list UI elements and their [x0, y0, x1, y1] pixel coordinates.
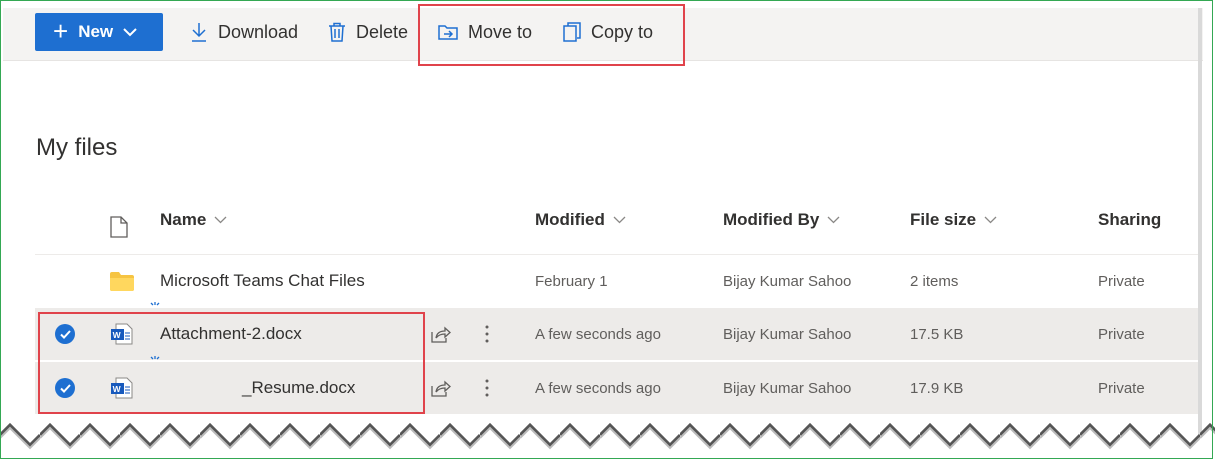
- plus-icon: +: [53, 16, 69, 46]
- column-header-modified-label: Modified: [535, 210, 605, 229]
- torn-edge: [0, 417, 1215, 461]
- file-name[interactable]: Attachment-2.docx: [160, 308, 302, 360]
- download-icon: [192, 23, 206, 42]
- trash-icon: [329, 22, 345, 42]
- folder-icon: [110, 271, 134, 291]
- column-header-file-size-label: File size: [910, 210, 977, 229]
- more-icon[interactable]: [485, 325, 489, 343]
- sharing-cell: Private: [1098, 379, 1145, 397]
- page-title: My files: [36, 134, 118, 161]
- check-icon: [59, 329, 71, 339]
- word-icon: W: [111, 377, 133, 399]
- svg-text:W: W: [113, 384, 122, 394]
- row-checkbox[interactable]: [55, 378, 75, 398]
- modified-cell: February 1: [535, 272, 608, 290]
- column-header-modified-by-label: Modified By: [723, 210, 820, 229]
- move-to-label: Move to: [468, 21, 533, 42]
- modified-by-cell: Bijay Kumar Sahoo: [723, 379, 852, 397]
- chevron-down-icon: [214, 216, 227, 224]
- chevron-down-icon: [827, 216, 840, 224]
- word-icon: W: [111, 323, 133, 345]
- file-type-icon: [110, 216, 128, 238]
- column-header-sharing-label: Sharing: [1098, 210, 1162, 229]
- file-size-cell: 17.5 KB: [910, 325, 964, 343]
- copy-icon: [563, 22, 581, 42]
- table-row[interactable]: W Attachment-2.docx A few seconds ago Bi…: [35, 302, 1198, 360]
- svg-text:W: W: [113, 330, 122, 340]
- modified-cell: A few seconds ago: [535, 379, 661, 397]
- sharing-cell: Private: [1098, 272, 1145, 290]
- delete-button[interactable]: Delete: [328, 13, 408, 51]
- share-icon[interactable]: [431, 380, 451, 397]
- delete-label: Delete: [356, 21, 409, 42]
- column-header-modified[interactable]: Modified: [535, 210, 626, 230]
- download-label: Download: [218, 21, 299, 42]
- column-header-name-label: Name: [160, 210, 207, 229]
- table-row[interactable]: W _Resume.docx A few seconds ago Bijay K…: [35, 356, 1198, 414]
- move-icon: [438, 25, 458, 40]
- share-icon[interactable]: [431, 326, 451, 343]
- row-checkbox[interactable]: [55, 324, 75, 344]
- file-name[interactable]: Microsoft Teams Chat Files: [160, 255, 365, 307]
- column-header-sharing[interactable]: Sharing: [1098, 210, 1161, 230]
- chevron-down-icon: [984, 216, 997, 224]
- modified-by-cell: Bijay Kumar Sahoo: [723, 325, 852, 343]
- sharing-cell: Private: [1098, 325, 1145, 343]
- new-button[interactable]: + New: [35, 13, 163, 51]
- column-header-modified-by[interactable]: Modified By: [723, 210, 840, 230]
- column-header-file-size[interactable]: File size: [910, 210, 997, 230]
- column-header-name[interactable]: Name: [160, 210, 227, 230]
- file-size-cell: 2 items: [910, 272, 959, 290]
- table-row[interactable]: Microsoft Teams Chat Files February 1 Bi…: [35, 255, 1198, 307]
- move-to-button[interactable]: Move to: [438, 13, 532, 51]
- new-file-indicator-icon: [150, 356, 160, 360]
- file-name[interactable]: _Resume.docx: [242, 362, 355, 414]
- modified-by-cell: Bijay Kumar Sahoo: [723, 272, 852, 290]
- chevron-down-icon: [123, 27, 137, 36]
- download-button[interactable]: Download: [190, 13, 298, 51]
- check-icon: [59, 383, 71, 393]
- file-size-cell: 17.9 KB: [910, 379, 964, 397]
- modified-cell: A few seconds ago: [535, 325, 661, 343]
- copy-to-button[interactable]: Copy to: [563, 13, 653, 51]
- new-button-label: New: [78, 22, 114, 41]
- copy-to-label: Copy to: [591, 21, 654, 42]
- more-icon[interactable]: [485, 379, 489, 397]
- scrollbar-track: [1198, 8, 1202, 438]
- chevron-down-icon: [613, 216, 626, 224]
